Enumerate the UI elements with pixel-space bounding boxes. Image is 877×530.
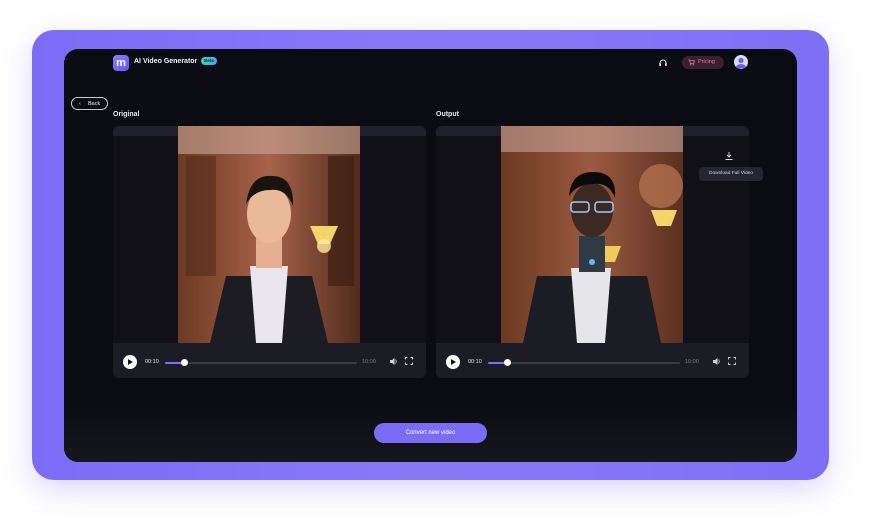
output-player: 00:10 10:00 — [436, 126, 749, 378]
volume-icon[interactable] — [712, 357, 721, 366]
original-viewport — [113, 126, 426, 343]
output-seek-bar[interactable] — [488, 359, 680, 366]
pricing-label: Pricing — [698, 59, 715, 65]
user-avatar[interactable] — [734, 55, 748, 69]
original-player: 00:10 10:00 — [113, 126, 426, 378]
output-label: Output — [436, 111, 459, 118]
output-current-time: 00:10 — [468, 359, 482, 365]
output-controls: 00:10 10:00 — [436, 343, 749, 378]
play-icon[interactable] — [123, 355, 137, 369]
app-logo[interactable]: m — [113, 55, 129, 71]
pricing-button[interactable]: Pricing — [682, 56, 724, 69]
chevron-left-icon: ‹ — [79, 101, 81, 107]
back-label: Back — [88, 101, 101, 107]
output-seek-handle[interactable] — [504, 359, 512, 366]
beta-badge: Beta — [201, 57, 217, 65]
headset-icon[interactable] — [658, 58, 668, 68]
app-window: m AI Video Generator Beta Pricing ‹ Back… — [64, 49, 797, 462]
volume-icon[interactable] — [389, 357, 398, 366]
back-button[interactable]: ‹ Back — [71, 97, 108, 110]
original-seek-handle[interactable] — [181, 359, 189, 366]
download-icon[interactable] — [724, 151, 734, 161]
user-avatar-icon — [735, 57, 747, 69]
original-label: Original — [113, 111, 140, 118]
app-title: AI Video Generator — [134, 58, 198, 65]
convert-new-video-button[interactable]: Convert new video — [374, 423, 487, 443]
play-icon[interactable] — [446, 355, 460, 369]
download-tooltip: Download Full Video — [699, 167, 763, 181]
original-duration: 10:00 — [362, 359, 376, 365]
original-video-frame[interactable] — [178, 126, 360, 343]
fullscreen-icon[interactable] — [728, 357, 736, 365]
original-current-time: 00:10 — [145, 359, 159, 365]
cart-icon — [688, 59, 695, 66]
original-controls: 00:10 10:00 — [113, 343, 426, 378]
output-video-frame[interactable] — [501, 126, 683, 343]
original-seek-bar[interactable] — [165, 359, 357, 366]
output-duration: 10:00 — [685, 359, 699, 365]
fullscreen-icon[interactable] — [405, 357, 413, 365]
